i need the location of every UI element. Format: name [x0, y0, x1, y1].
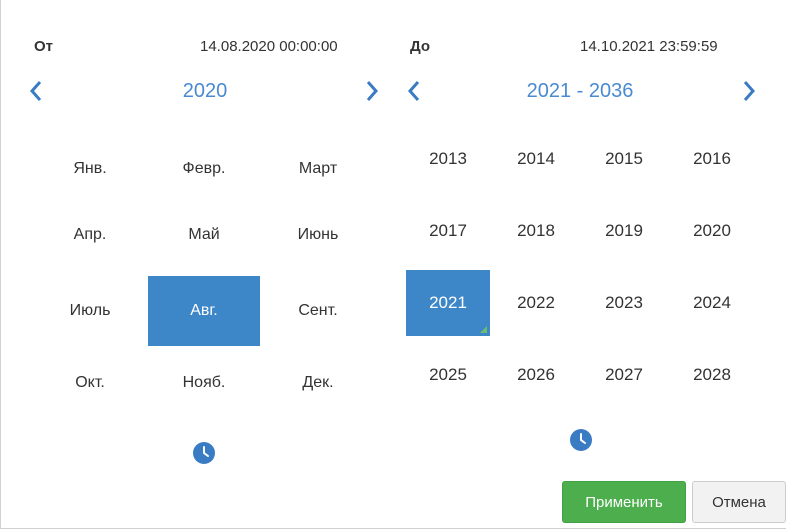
year-label: 2022 — [517, 293, 555, 312]
year-label: 2019 — [605, 221, 643, 240]
to-label: До — [410, 38, 431, 55]
month-cell[interactable]: Нояб. — [148, 352, 260, 414]
from-label: От — [34, 38, 54, 55]
year-label: 2014 — [517, 149, 555, 168]
to-period-title[interactable]: 2021 - 2036 — [505, 80, 655, 103]
year-label: 2023 — [605, 293, 643, 312]
to-next-button[interactable] — [737, 76, 761, 106]
year-cell[interactable]: 2028 — [670, 342, 754, 408]
month-cell[interactable]: Сент. — [262, 276, 374, 346]
year-cell[interactable]: 2020 — [670, 198, 754, 264]
to-datetime: 14.10.2021 23:59:59 — [580, 38, 718, 55]
year-label: 2020 — [693, 221, 731, 240]
chevron-right-icon — [743, 81, 756, 101]
year-label: 2025 — [429, 365, 467, 384]
current-year-marker — [480, 326, 487, 333]
year-cell[interactable]: 2024 — [670, 270, 754, 336]
month-cell[interactable]: Май — [148, 204, 260, 266]
cancel-button[interactable]: Отмена — [692, 481, 786, 523]
year-label: 2013 — [429, 149, 467, 168]
year-label: 2024 — [693, 293, 731, 312]
year-label: 2028 — [693, 365, 731, 384]
year-cell[interactable]: 2027 — [582, 342, 666, 408]
year-cell[interactable]: 2019 — [582, 198, 666, 264]
year-label: 2026 — [517, 365, 555, 384]
month-cell[interactable]: Март — [262, 140, 374, 198]
year-cell[interactable]: 2016 — [670, 126, 754, 192]
year-cell[interactable]: 2015 — [582, 126, 666, 192]
chevron-left-icon — [29, 81, 42, 101]
year-label: 2015 — [605, 149, 643, 168]
month-cell[interactable]: Июль — [34, 276, 146, 346]
year-cell[interactable]: 2018 — [494, 198, 578, 264]
month-cell[interactable]: Дек. — [262, 352, 374, 414]
month-cell[interactable]: Февр. — [148, 140, 260, 198]
year-label: 2027 — [605, 365, 643, 384]
year-cell[interactable]: 2026 — [494, 342, 578, 408]
month-cell[interactable]: Авг. — [148, 276, 260, 346]
chevron-right-icon — [366, 81, 379, 101]
year-label: 2017 — [429, 221, 467, 240]
from-time-toggle[interactable] — [192, 441, 216, 465]
from-period-title[interactable]: 2020 — [150, 80, 260, 103]
clock-icon — [193, 442, 215, 464]
month-cell[interactable]: Апр. — [34, 204, 146, 266]
year-cell[interactable]: 2013 — [406, 126, 490, 192]
month-cell[interactable]: Янв. — [34, 140, 146, 198]
to-time-toggle[interactable] — [569, 428, 593, 452]
year-label: 2018 — [517, 221, 555, 240]
month-cell[interactable]: Июнь — [262, 204, 374, 266]
from-datetime: 14.08.2020 00:00:00 — [200, 38, 338, 55]
year-cell[interactable]: 2022 — [494, 270, 578, 336]
from-prev-button[interactable] — [24, 76, 48, 106]
year-cell[interactable]: 2025 — [406, 342, 490, 408]
year-label: 2021 — [429, 293, 467, 312]
chevron-left-icon — [407, 81, 420, 101]
apply-button[interactable]: Применить — [562, 481, 686, 523]
year-cell[interactable]: 2014 — [494, 126, 578, 192]
year-cell[interactable]: 2017 — [406, 198, 490, 264]
from-next-button[interactable] — [360, 76, 384, 106]
year-cell[interactable]: 2021 — [406, 270, 490, 336]
to-prev-button[interactable] — [402, 76, 426, 106]
year-cell[interactable]: 2023 — [582, 270, 666, 336]
year-label: 2016 — [693, 149, 731, 168]
month-cell[interactable]: Окт. — [34, 352, 146, 414]
clock-icon — [570, 429, 592, 451]
